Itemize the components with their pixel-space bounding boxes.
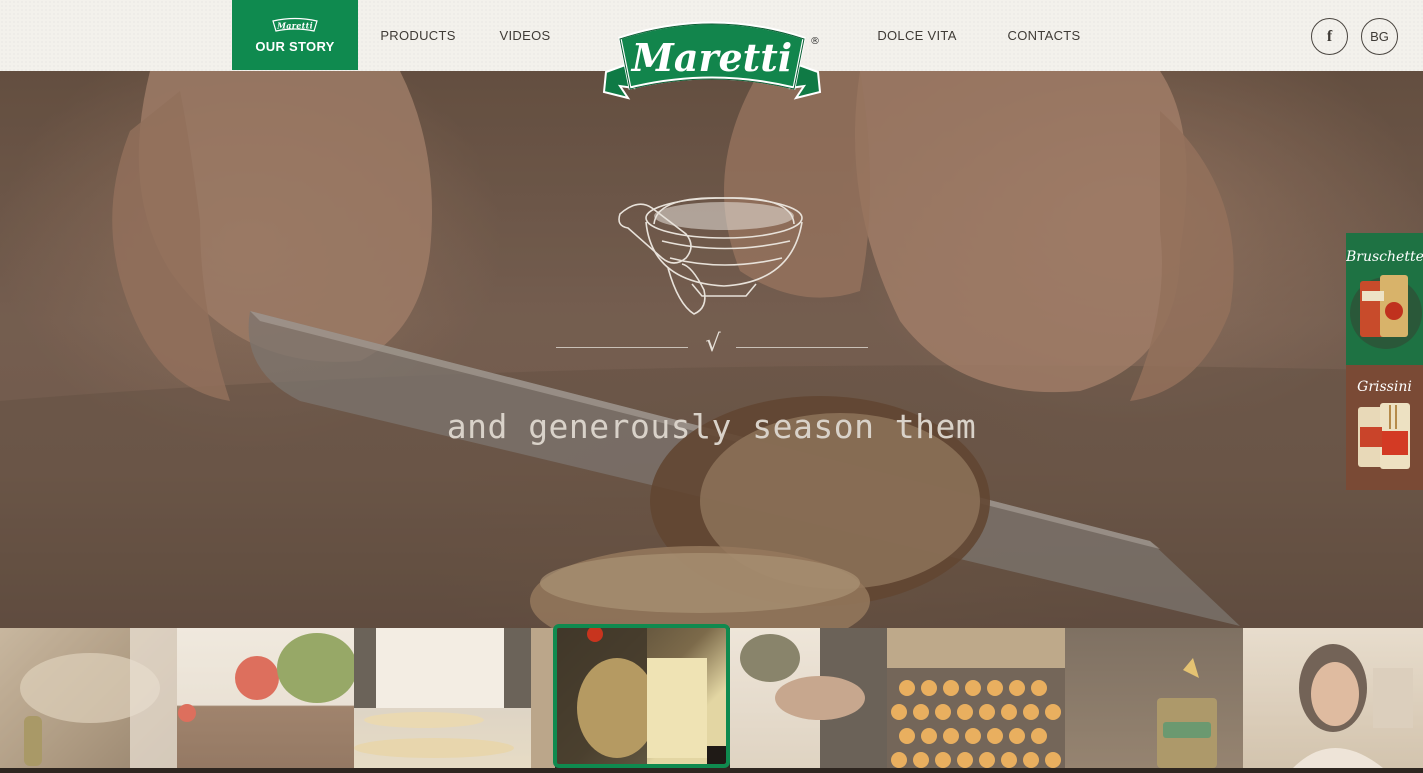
maretti-logo-icon: Maretti ® — [602, 21, 822, 100]
nav-contacts-label: CONTACTS — [1007, 28, 1081, 43]
thumb-tomato-and-herbs[interactable] — [177, 628, 354, 768]
side-tab-grissini[interactable]: Grissini — [1346, 365, 1423, 490]
thumb-woman-tasting[interactable] — [1243, 628, 1423, 768]
nav-products-label: PRODUCTS — [380, 28, 456, 43]
thumb-gap — [531, 628, 555, 768]
facebook-button[interactable]: f — [1311, 18, 1348, 55]
thumb-flour-and-oil[interactable] — [0, 628, 177, 768]
nav-videos-label: VIDEOS — [499, 28, 551, 43]
check-mark-icon: √ — [705, 329, 721, 357]
thumb-cutting-bread[interactable] — [553, 624, 730, 768]
mini-logo-icon: Maretti — [272, 17, 318, 32]
thumb-baking-tray[interactable] — [887, 628, 1065, 768]
spice-bowl-icon — [618, 197, 803, 315]
nav-products[interactable]: PRODUCTS — [378, 0, 458, 71]
svg-text:Maretti: Maretti — [630, 35, 792, 80]
grissini-package-icon — [1358, 403, 1410, 469]
hero-video[interactable]: √ and generously season them — [0, 71, 1423, 628]
divider-right — [736, 347, 868, 348]
divider-left — [556, 347, 688, 348]
nav-our-story-label: OUR STORY — [255, 38, 335, 54]
nav-contacts[interactable]: CONTACTS — [1000, 0, 1088, 71]
side-tab-bruschette[interactable]: Bruschette — [1346, 233, 1423, 365]
nav-videos[interactable]: VIDEOS — [495, 0, 555, 71]
nav-dolce-vita[interactable]: DOLCE VITA — [870, 0, 964, 71]
hero-caption: and generously season them — [446, 407, 977, 446]
thumb-maretti-package[interactable] — [1065, 628, 1243, 768]
svg-text:®: ® — [810, 36, 820, 47]
svg-text:Maretti: Maretti — [276, 20, 313, 30]
language-switch-button[interactable]: BG — [1361, 18, 1398, 55]
facebook-icon: f — [1326, 27, 1333, 45]
thumb-chef-rolling-dough[interactable] — [354, 628, 531, 768]
thumb-seasoning-herbs[interactable] — [730, 628, 887, 768]
video-filmstrip — [0, 624, 1423, 773]
thumb-bread-scene — [557, 628, 726, 764]
language-label: BG — [1370, 29, 1389, 44]
nav-our-story[interactable]: Maretti OUR STORY — [232, 0, 358, 70]
bruschette-package-icon — [1350, 275, 1422, 349]
brand-logo[interactable]: Maretti ® — [598, 16, 826, 106]
nav-dolce-vita-label: DOLCE VITA — [877, 28, 957, 43]
